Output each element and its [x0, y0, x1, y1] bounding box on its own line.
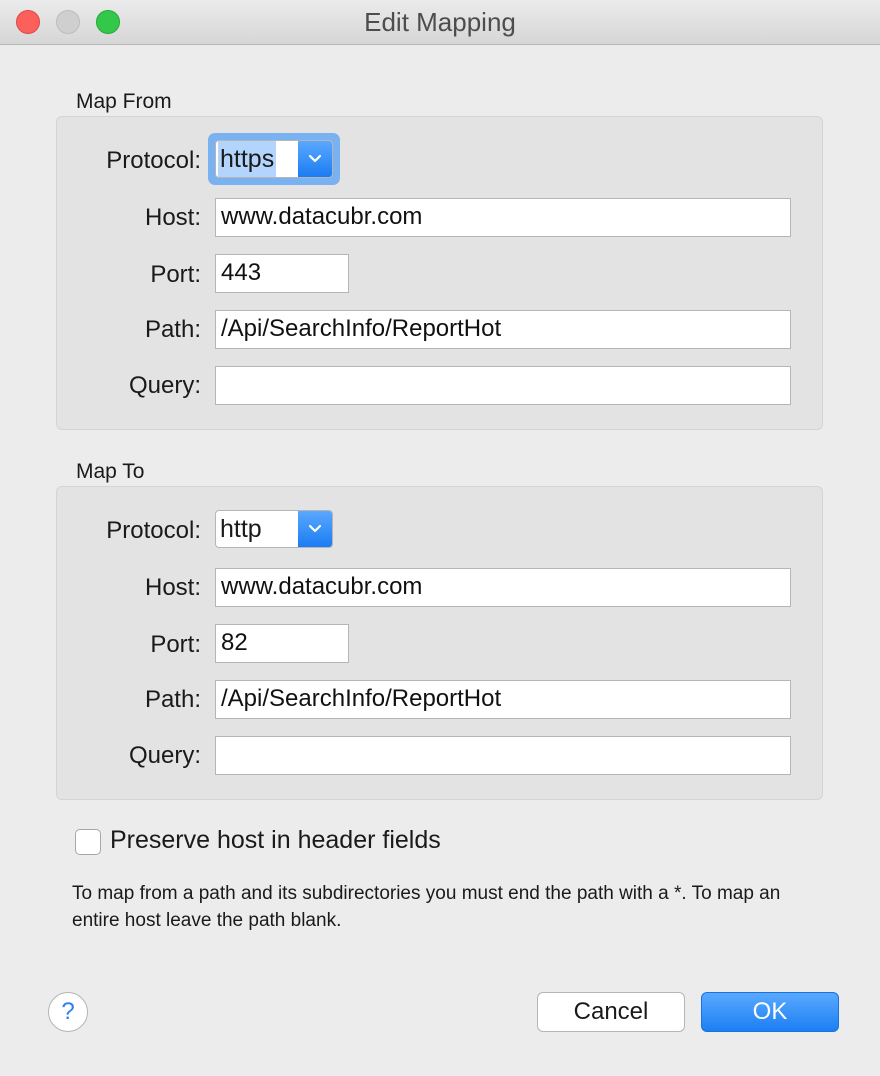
from-protocol-value: https [218, 141, 277, 177]
chevron-down-icon [298, 511, 332, 547]
from-protocol-label: Protocol: [106, 147, 201, 174]
from-query-label: Query: [128, 372, 201, 399]
from-port-label: Port: [150, 261, 201, 288]
help-button[interactable]: ? [48, 992, 88, 1032]
to-port-field[interactable]: 82 [215, 624, 349, 663]
window-title: Edit Mapping [364, 7, 516, 37]
to-path-field[interactable]: /Api/SearchInfo/ReportHot [215, 680, 791, 719]
to-host-label: Host: [144, 574, 201, 601]
to-path-label: Path: [144, 686, 201, 713]
ok-button[interactable]: OK [701, 992, 839, 1032]
to-protocol-select[interactable]: http [215, 510, 333, 548]
from-host-field[interactable]: www.datacubr.com [215, 198, 791, 237]
to-host-field[interactable]: www.datacubr.com [215, 568, 791, 607]
cancel-button[interactable]: Cancel [537, 992, 685, 1032]
chevron-down-icon [298, 141, 332, 177]
to-query-label: Query: [128, 742, 201, 769]
to-protocol-value: http [220, 515, 262, 543]
map-from-label: Map From [76, 90, 172, 113]
map-to-group: Protocol: http Host: www.datacubr.com Po… [56, 486, 823, 800]
map-to-label: Map To [76, 460, 145, 483]
map-from-group: Protocol: https Host: www.datacubr.com P… [56, 116, 823, 430]
preserve-host-label[interactable]: Preserve host in header fields [110, 826, 441, 855]
from-path-label: Path: [144, 316, 201, 343]
to-query-field[interactable] [215, 736, 791, 775]
from-query-field[interactable] [215, 366, 791, 405]
maximize-window-button[interactable] [96, 10, 120, 34]
from-path-field[interactable]: /Api/SearchInfo/ReportHot [215, 310, 791, 349]
path-mapping-note: To map from a path and its subdirectorie… [72, 883, 781, 931]
minimize-window-button[interactable] [56, 10, 80, 34]
preserve-host-checkbox[interactable] [75, 829, 101, 855]
from-protocol-select[interactable]: https [215, 140, 333, 178]
to-port-label: Port: [150, 631, 201, 658]
close-window-button[interactable] [16, 10, 40, 34]
title-bar: Edit Mapping [0, 0, 880, 45]
question-icon: ? [61, 998, 75, 1025]
to-protocol-label: Protocol: [106, 517, 201, 544]
from-port-field[interactable]: 443 [215, 254, 349, 293]
from-host-label: Host: [144, 204, 201, 231]
